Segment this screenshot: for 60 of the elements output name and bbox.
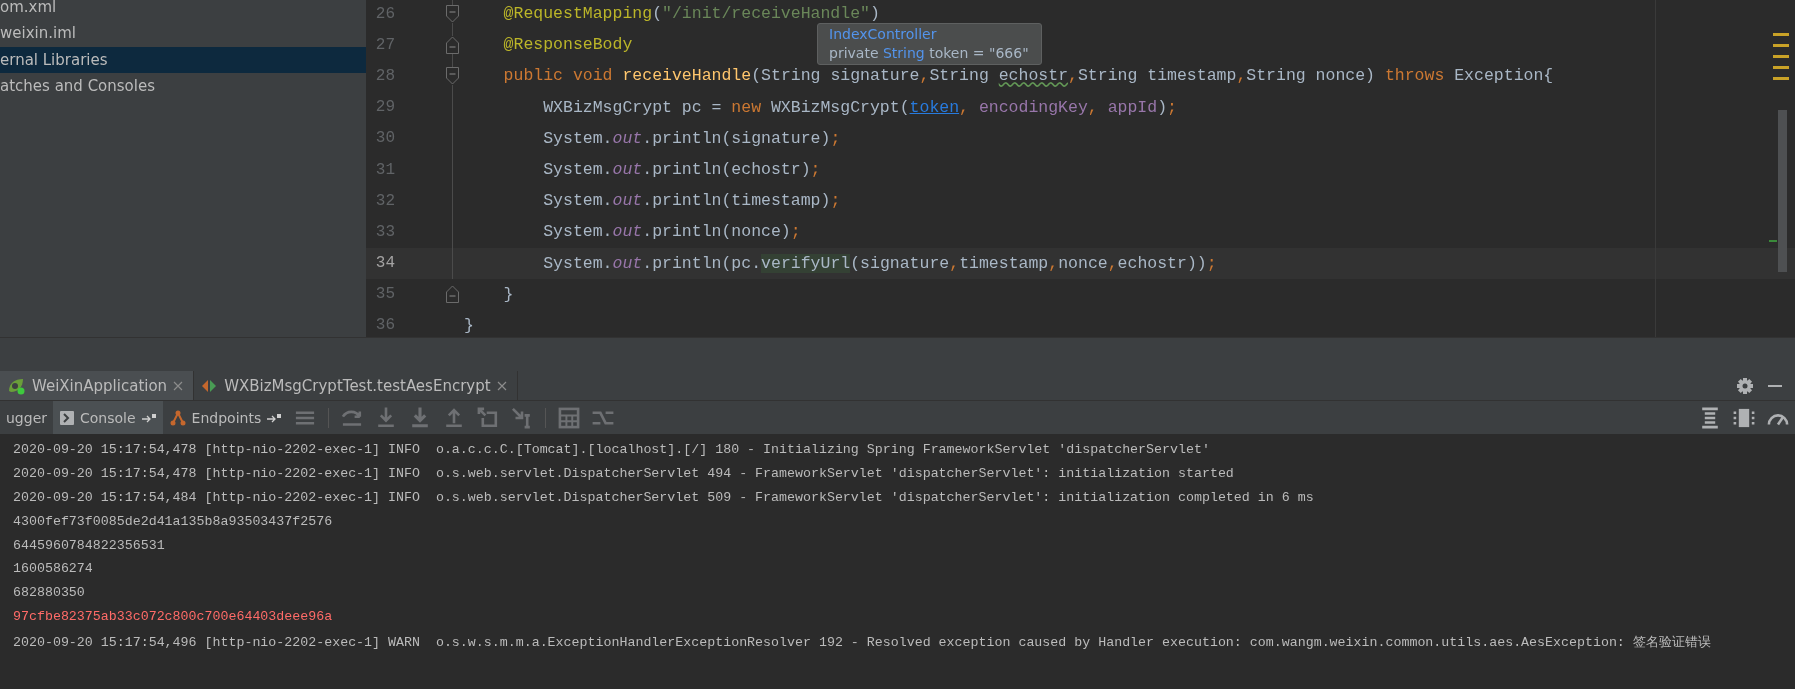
pin-icon[interactable] (140, 412, 157, 423)
line-number: 32 (374, 191, 396, 210)
pin-icon[interactable] (266, 412, 283, 423)
fold-icon[interactable] (446, 4, 459, 23)
tree-item[interactable]: atches and Consoles (0, 72, 366, 100)
fold-icon[interactable] (446, 285, 459, 304)
line-number: 29 (374, 98, 396, 117)
close-icon[interactable] (496, 380, 507, 391)
line-number: 26 (374, 4, 396, 23)
graph-icon (168, 408, 187, 427)
toolbar-tab[interactable]: Endpoints (162, 401, 289, 434)
code-line: public void receiveHandle(String signature,String echostr,String timestamp,String nonce) throws Exception{ (502, 66, 1554, 86)
line-number: 36 (374, 316, 396, 335)
code-line: } (502, 284, 514, 304)
tree-item[interactable]: om.xml (0, 0, 366, 21)
console-line: 682880350 (13, 585, 86, 603)
scrollbar-thumb[interactable] (1778, 110, 1787, 272)
console-line: 97cfbe82375ab33c072c800c700e64403deee96a (13, 609, 334, 627)
warning-marker[interactable] (1773, 77, 1789, 80)
code-line: System.out.println(timestamp); (542, 191, 841, 211)
toolbar-tab[interactable]: ugger (0, 401, 53, 434)
close-icon[interactable] (173, 380, 184, 391)
code-line: } (463, 315, 474, 335)
warning-marker[interactable] (1773, 55, 1789, 58)
code-line: System.out.println(signature); (542, 128, 841, 148)
console-line: 2020-09-20 15:17:54,478 [http-nio-2202-exec-1] INFO o.a.c.c.C.[Tomcat].[localhost].[/] 180 - Initializing Spring FrameworkServlet 'dispatcherServlet' (13, 442, 1211, 459)
code-line: System.out.println(echostr); (542, 160, 821, 180)
code-line: System.out.println(pc.verifyUrl(signature,timestamp,nonce,echostr)); (542, 253, 1217, 273)
line-number: 33 (374, 222, 396, 241)
fold-icon[interactable] (446, 35, 459, 54)
tree-item[interactable]: weixin.iml (0, 20, 366, 47)
run-tab[interactable]: WeiXinApplication (0, 371, 195, 400)
line-number: 30 (374, 129, 396, 148)
line-number: 35 (374, 285, 396, 304)
code-line: @ResponseBody (502, 35, 633, 55)
tooltip-title: IndexController (829, 25, 938, 44)
console-line: 2020-09-20 15:17:54,484 [http-nio-2202-exec-1] INFO o.s.web.servlet.DispatcherServlet 509 - FrameworkServlet 'dispatcherServlet': initialization completed in 6 ms (13, 489, 1315, 507)
warning-marker[interactable] (1773, 44, 1789, 47)
console-line: 4300fef73f0085de2d41a135b8a93503437f2576 (13, 513, 334, 531)
toolbar-tab[interactable]: Console (53, 401, 163, 434)
code-line: WXBizMsgCrypt pc = new WXBizMsgCrypt(token, encodingKey, appId); (542, 97, 1177, 117)
arrows-icon (200, 377, 219, 394)
code-line: System.out.println(nonce); (542, 222, 801, 242)
settings-icon[interactable] (1735, 375, 1755, 396)
console-line: 2020-09-20 15:17:54,496 [http-nio-2202-exec-1] WARN o.s.w.s.m.m.a.ExceptionHandlerExceptionResolver 192 - Resolved exception caused by Handler execution: com.wangm.weixin.common.utils.aes.AesException: 签名验证错误 (13, 634, 1712, 653)
change-marker[interactable] (1769, 240, 1777, 242)
console-line: 6445960784822356531 (13, 537, 166, 555)
warning-marker[interactable] (1773, 66, 1789, 69)
code-line: @RequestMapping("/init/receiveHandle") (502, 4, 880, 24)
console-line: 2020-09-20 15:17:54,478 [http-nio-2202-exec-1] INFO o.s.web.servlet.DispatcherServlet 494 - FrameworkServlet 'dispatcherServlet': initialization started (13, 465, 1235, 483)
fold-icon[interactable] (446, 66, 459, 85)
tooltip-signature: private String token = "666" (829, 44, 1029, 63)
console-line: 1600586274 (13, 561, 94, 579)
line-number: 28 (374, 66, 396, 85)
line-number: 31 (374, 160, 396, 179)
line-number: 34 (374, 254, 396, 273)
line-number: 27 (374, 35, 396, 54)
warning-marker[interactable] (1773, 33, 1789, 36)
tree-item[interactable]: ernal Libraries (0, 46, 366, 73)
console-icon (59, 409, 75, 426)
